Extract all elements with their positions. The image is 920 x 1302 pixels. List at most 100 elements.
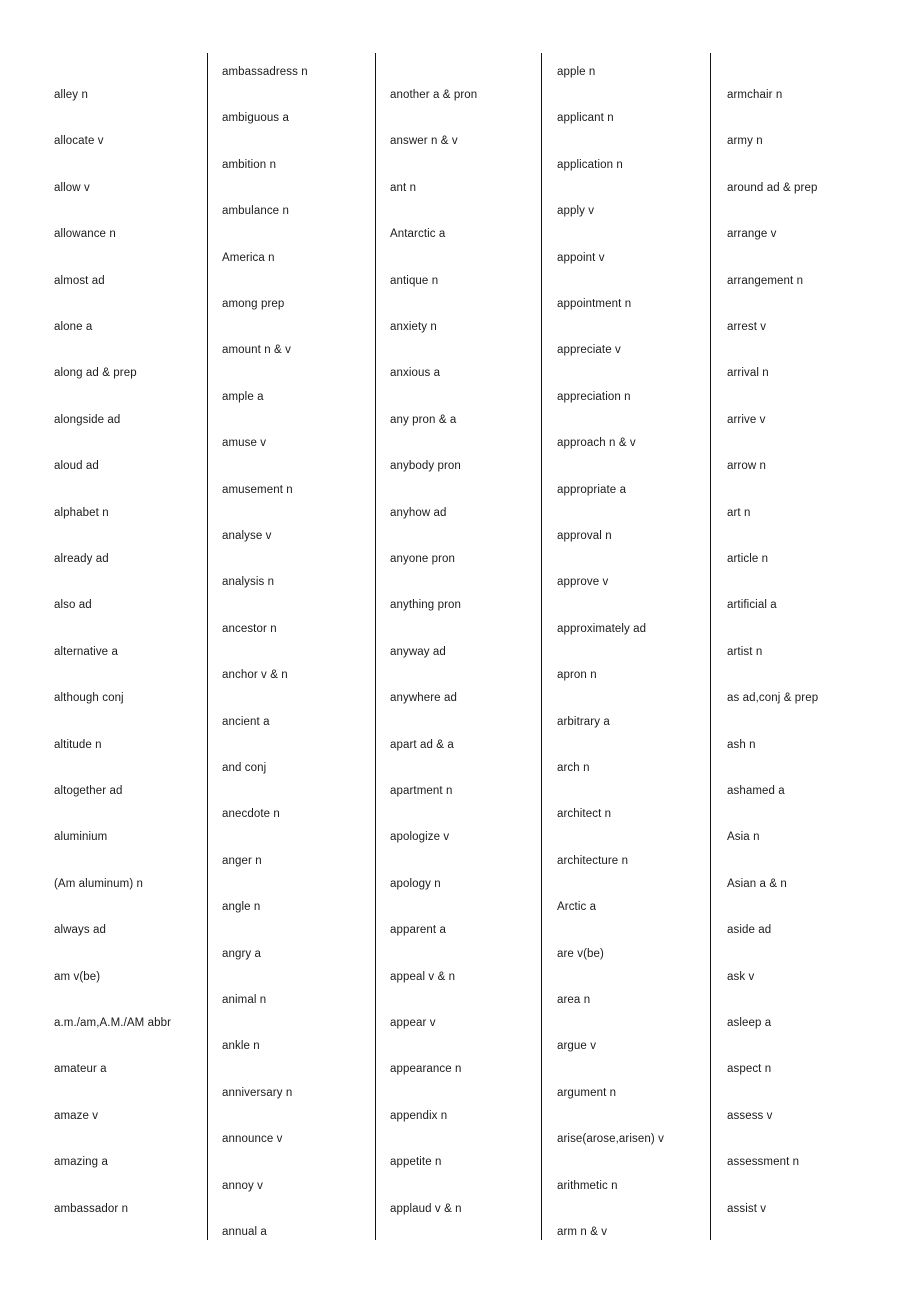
word-column-5: armchair n army n around ad & prep arrange … [727, 0, 907, 1302]
word-entry: aloud ad [54, 460, 99, 473]
word-entry: appointment n [557, 298, 632, 310]
word-entry: aside ad [727, 924, 772, 937]
word-entry: alone a [54, 321, 93, 333]
word-entry: amount n & v [222, 344, 291, 357]
word-entry: analyse v [222, 530, 272, 542]
word-entry: apartment n [390, 785, 453, 797]
word-entry: arbitrary a [557, 715, 610, 728]
word-entry: arch n [557, 762, 590, 774]
word-entry: Arctic a [557, 901, 597, 914]
word-entry: any pron & a [390, 413, 457, 426]
word-entry: arithmetic n [557, 1179, 618, 1192]
word-entry: amateur a [54, 1063, 107, 1076]
word-entry: anyhow ad [390, 506, 447, 519]
word-entry: ambassador n [54, 1202, 129, 1215]
word-entry: animal n [222, 994, 267, 1006]
word-entry: approach n & v [557, 437, 636, 450]
word-entry: aluminium [54, 831, 108, 844]
word-entry: apologize v [390, 831, 450, 844]
word-entry: although conj [54, 692, 124, 705]
word-entry: artificial a [727, 599, 777, 612]
word-entry: a.m./am,A.M./AM abbr [54, 1017, 172, 1029]
column-divider-3 [541, 53, 542, 1240]
word-entry: arm n & v [557, 1226, 608, 1238]
word-entry: arise(arose,arisen) v [557, 1133, 664, 1146]
word-entry: (Am aluminum) n [54, 877, 144, 890]
column-divider-4 [710, 53, 711, 1240]
word-entry: also ad [54, 599, 92, 612]
word-entry: assess v [727, 1109, 773, 1122]
word-entry: altogether ad [54, 785, 123, 797]
word-entry: arrest v [727, 321, 767, 333]
word-entry: appeal v & n [390, 970, 456, 983]
word-column-3: another a & pron answer n & v ant n Antarct… [390, 0, 538, 1302]
word-entry: armchair n [727, 89, 783, 101]
word-entry: apology n [390, 877, 441, 890]
word-entry: asleep a [727, 1017, 772, 1029]
word-entry: ambassadress n [222, 66, 308, 78]
word-entry: allowance n [54, 228, 116, 241]
word-entry: ask v [727, 970, 755, 983]
word-entry: apart ad & a [390, 738, 454, 751]
word-entry: another a & pron [390, 89, 478, 101]
word-entry: analysis n [222, 576, 275, 589]
word-entry: arrangement n [727, 274, 804, 287]
word-entry: arrive v [727, 413, 766, 426]
column-divider-1 [207, 53, 208, 1240]
word-column-2: ambassadress n ambiguous a ambition n ambul… [222, 0, 372, 1302]
word-entry: arrange v [727, 228, 777, 241]
word-entry: Asian a & n [727, 877, 787, 890]
word-entry: arrival n [727, 367, 769, 380]
word-entry: ancestor n [222, 622, 277, 635]
word-entry: ankle n [222, 1040, 260, 1053]
word-entry: alternative a [54, 645, 118, 658]
word-entry: appetite n [390, 1156, 442, 1169]
word-entry: anyway ad [390, 645, 446, 658]
word-entry: amaze v [54, 1109, 99, 1122]
word-entry: apple n [557, 66, 596, 78]
word-entry: argument n [557, 1086, 617, 1099]
word-entry: architect n [557, 808, 612, 821]
word-entry: and conj [222, 762, 267, 774]
word-entry: angry a [222, 947, 262, 960]
word-entry: ash n [727, 738, 756, 751]
word-entry: applaud v & n [390, 1202, 462, 1215]
word-entry: appear v [390, 1017, 436, 1029]
word-entry: aspect n [727, 1063, 772, 1076]
word-entry: along ad & prep [54, 367, 137, 380]
word-entry: ambition n [222, 158, 277, 171]
word-entry: anything pron [390, 599, 461, 612]
word-entry: already ad [54, 553, 109, 565]
word-entry: annoy v [222, 1179, 263, 1192]
word-entry: am v(be) [54, 970, 101, 983]
word-entry: ant n [390, 181, 417, 194]
word-entry: anger n [222, 854, 262, 867]
word-entry: army n [727, 135, 763, 148]
word-entry: allow v [54, 181, 90, 194]
word-entry: angle n [222, 901, 261, 914]
word-entry: approval n [557, 530, 612, 542]
column-divider-2 [375, 53, 376, 1240]
word-entry: assist v [727, 1202, 767, 1215]
word-entry: amusement n [222, 483, 293, 496]
word-entry: allocate v [54, 135, 104, 148]
word-entry: anniversary n [222, 1086, 293, 1099]
word-entry: article n [727, 553, 769, 565]
word-entry: anywhere ad [390, 692, 457, 705]
word-entry: Antarctic a [390, 228, 446, 241]
word-entry: apron n [557, 669, 597, 682]
word-entry: ashamed a [727, 785, 785, 797]
word-entry: appreciate v [557, 344, 621, 357]
word-entry: approve v [557, 576, 609, 589]
word-entry: anybody pron [390, 460, 461, 473]
word-entry: as ad,conj & prep [727, 692, 819, 705]
word-entry: assessment n [727, 1156, 800, 1169]
word-entry: antique n [390, 274, 439, 287]
word-entry: answer n & v [390, 135, 458, 148]
word-entry: amazing a [54, 1156, 108, 1169]
word-entry: almost ad [54, 274, 105, 287]
word-entry: architecture n [557, 854, 629, 867]
word-entry: arrow n [727, 460, 767, 473]
word-entry: argue v [557, 1040, 597, 1053]
word-entry: apparent a [390, 924, 446, 937]
